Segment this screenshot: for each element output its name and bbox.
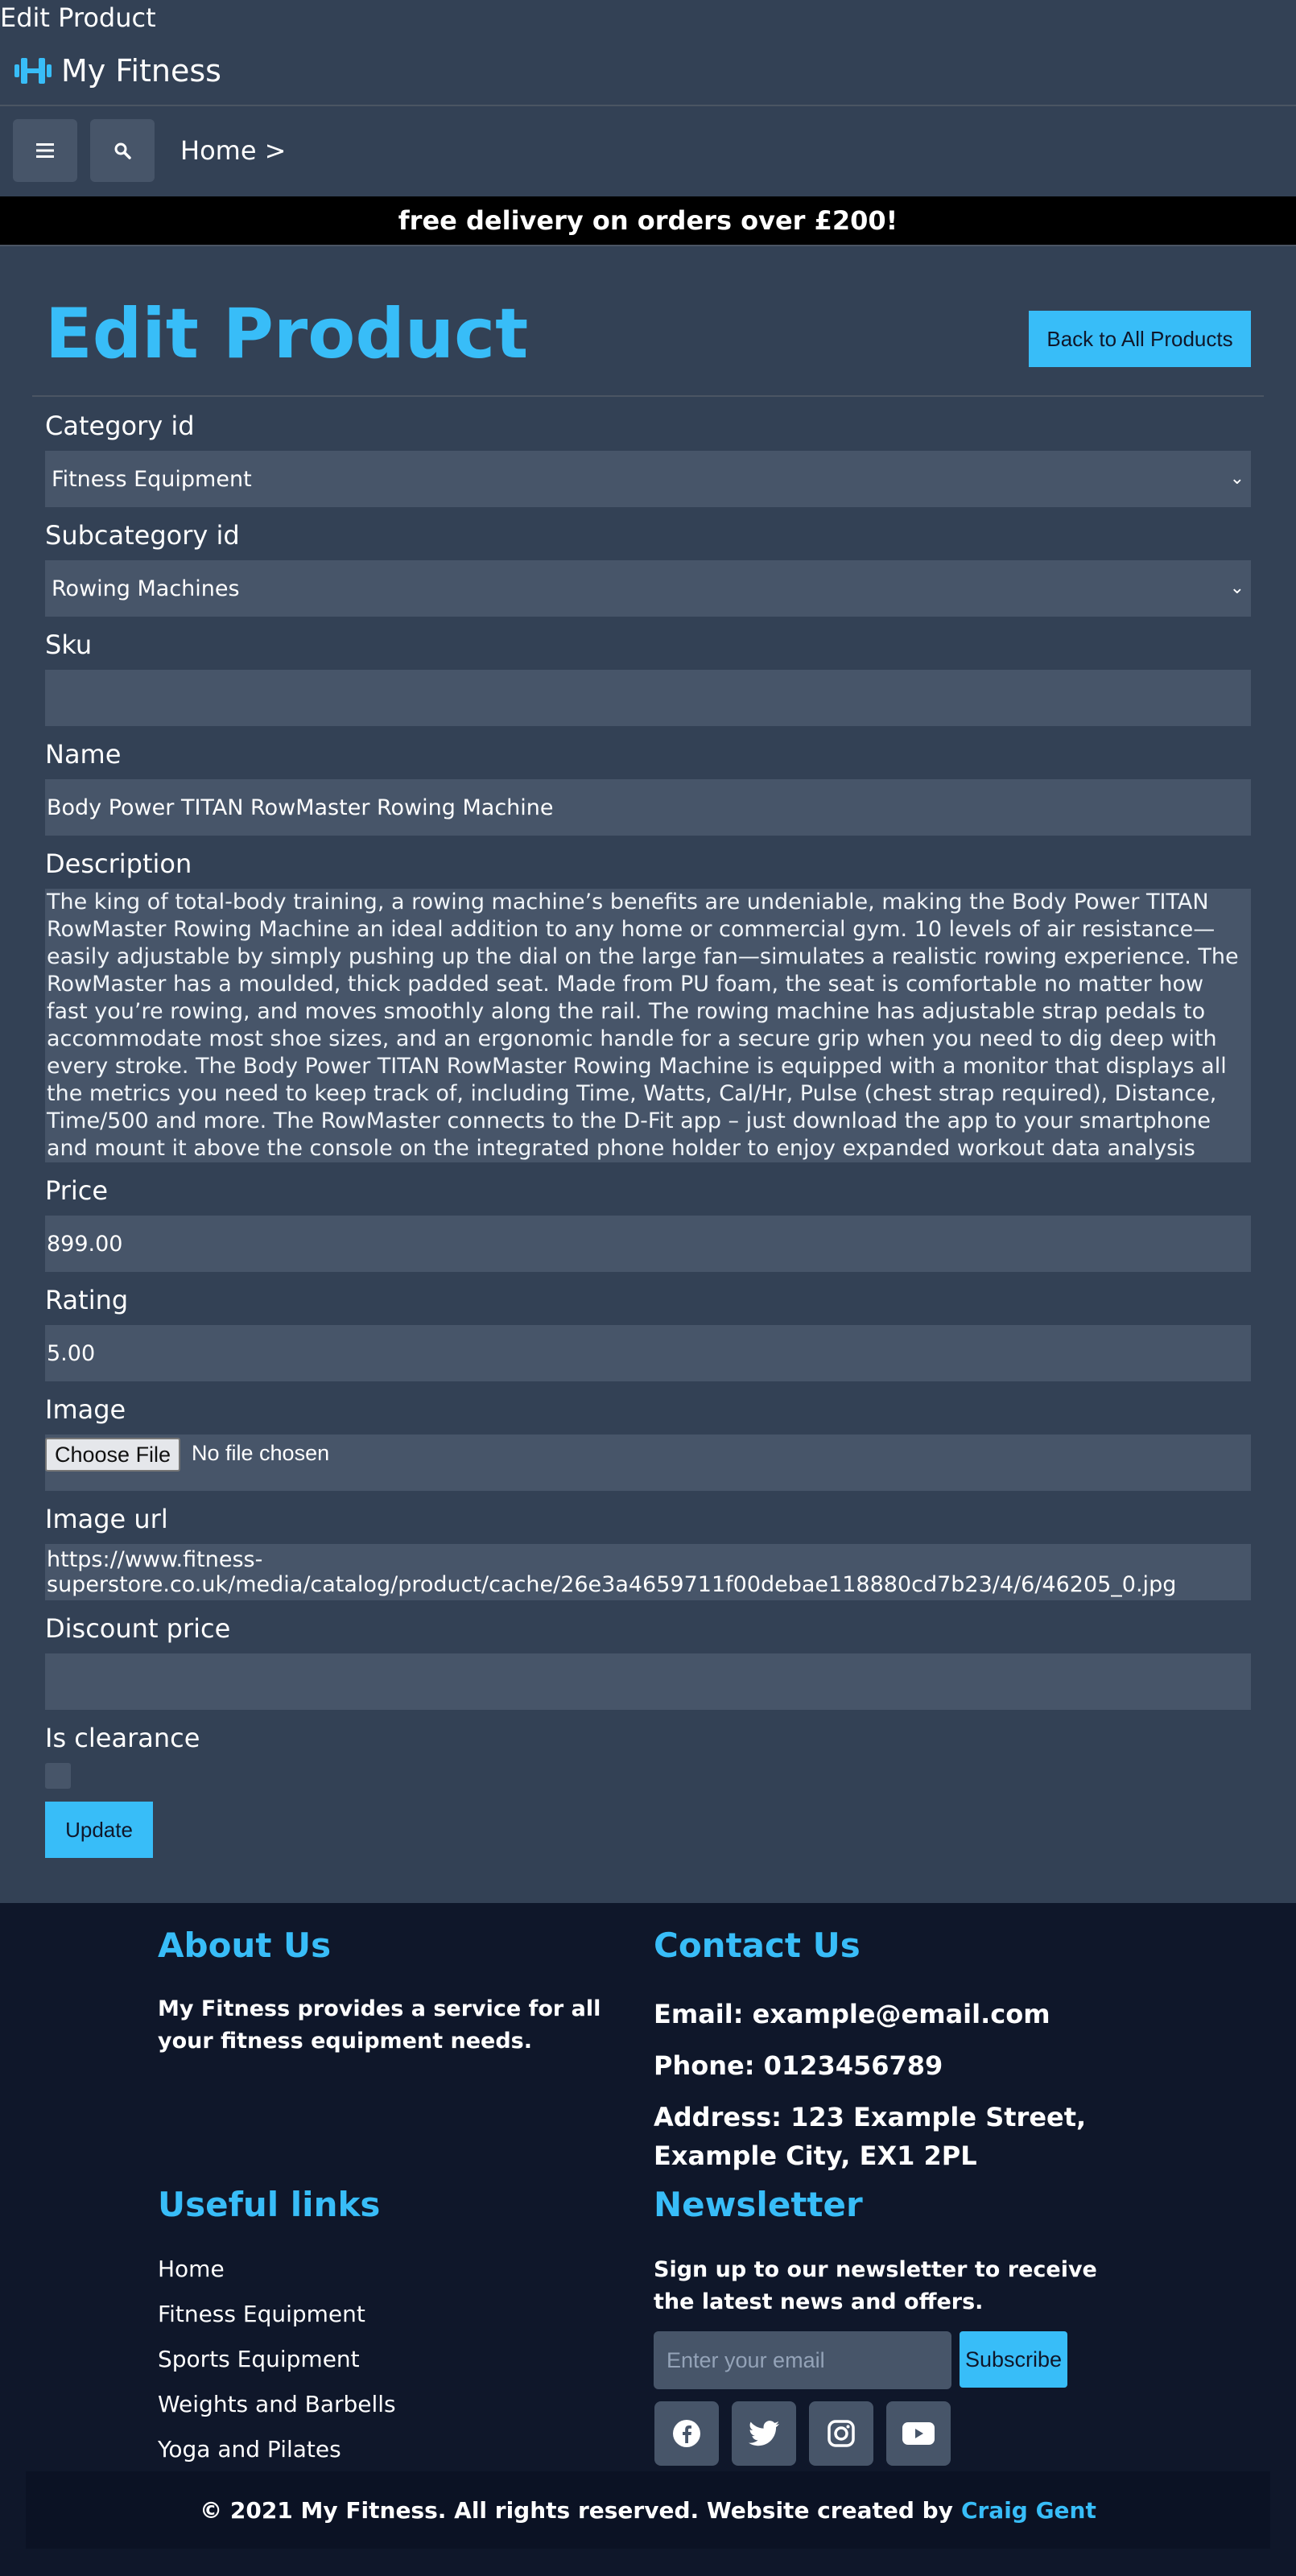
newsletter-text: Sign up to our newsletter to receive the… bbox=[654, 2257, 1097, 2314]
copyright-bar: © 2021 My Fitness. All rights reserved. … bbox=[26, 2471, 1270, 2549]
divider bbox=[32, 395, 1264, 397]
sku-label: Sku bbox=[45, 630, 93, 660]
youtube-icon bbox=[902, 2422, 935, 2445]
twitter-icon bbox=[749, 2421, 779, 2446]
facebook-icon bbox=[673, 2420, 700, 2447]
rating-input[interactable]: 5.00 bbox=[45, 1325, 1251, 1381]
twitter-button[interactable] bbox=[732, 2401, 796, 2466]
hamburger-icon bbox=[36, 143, 54, 158]
category-select[interactable]: Fitness Equipment ⌄ bbox=[45, 451, 1251, 507]
rating-label: Rating bbox=[45, 1285, 129, 1315]
window-title: Edit Product bbox=[0, 2, 156, 33]
search-button[interactable] bbox=[90, 119, 155, 182]
image-file-input[interactable]: Choose File No file chosen bbox=[45, 1435, 1251, 1491]
promo-banner: free delivery on orders over £200! bbox=[0, 196, 1296, 246]
footer-link-weights-barbells[interactable]: Weights and Barbells bbox=[158, 2391, 396, 2417]
sku-input[interactable] bbox=[45, 670, 1251, 726]
back-to-products-button[interactable]: Back to All Products bbox=[1029, 311, 1251, 367]
newsletter-email-input[interactable]: Enter your email bbox=[654, 2331, 951, 2389]
is-clearance-checkbox[interactable] bbox=[45, 1763, 71, 1789]
about-heading: About Us bbox=[158, 1926, 332, 1965]
promo-text: free delivery on orders over £200! bbox=[398, 205, 898, 236]
brand-name: My Fitness bbox=[61, 53, 221, 89]
youtube-button[interactable] bbox=[886, 2401, 951, 2466]
update-button[interactable]: Update bbox=[45, 1802, 153, 1858]
footer-link-sports-equipment[interactable]: Sports Equipment bbox=[158, 2346, 360, 2372]
choose-file-button[interactable]: Choose File bbox=[45, 1438, 181, 1472]
search-icon bbox=[114, 142, 131, 159]
description-textarea[interactable]: The king of total-body training, a rowin… bbox=[45, 889, 1251, 1162]
author-link[interactable]: Craig Gent bbox=[961, 2497, 1096, 2524]
subcategory-select[interactable]: Rowing Machines ⌄ bbox=[45, 560, 1251, 617]
image-label: Image bbox=[45, 1394, 126, 1425]
subcategory-label: Subcategory id bbox=[45, 520, 240, 551]
image-url-input[interactable]: https://www.fitness-superstore.co.uk/med… bbox=[45, 1544, 1251, 1600]
chevron-down-icon: ⌄ bbox=[1229, 469, 1244, 489]
category-label: Category id bbox=[45, 411, 195, 441]
subscribe-button[interactable]: Subscribe bbox=[960, 2331, 1067, 2388]
subcategory-value: Rowing Machines bbox=[52, 576, 240, 601]
price-label: Price bbox=[45, 1175, 109, 1206]
image-url-label: Image url bbox=[45, 1504, 168, 1534]
name-label: Name bbox=[45, 739, 122, 770]
name-input[interactable]: Body Power TITAN RowMaster Rowing Machin… bbox=[45, 779, 1251, 836]
useful-links-heading: Useful links bbox=[158, 2185, 381, 2224]
instagram-icon bbox=[828, 2420, 855, 2447]
about-text: My Fitness provides a service for all yo… bbox=[158, 1996, 601, 2054]
price-input[interactable]: 899.00 bbox=[45, 1216, 1251, 1272]
newsletter-heading: Newsletter bbox=[654, 2185, 863, 2224]
copyright-text: © 2021 My Fitness. All rights reserved. … bbox=[200, 2496, 953, 2524]
contact-phone: Phone: 0123456789 bbox=[654, 2050, 943, 2081]
breadcrumb[interactable]: Home > bbox=[180, 135, 286, 166]
contact-address: Address: 123 Example Street, Example Cit… bbox=[654, 2102, 1087, 2171]
discount-price-input[interactable] bbox=[45, 1653, 1251, 1710]
instagram-button[interactable] bbox=[809, 2401, 873, 2466]
file-status: No file chosen bbox=[192, 1441, 330, 1465]
description-label: Description bbox=[45, 848, 192, 879]
footer-link-fitness-equipment[interactable]: Fitness Equipment bbox=[158, 2301, 365, 2327]
discount-price-label: Discount price bbox=[45, 1613, 231, 1644]
brand-logo[interactable]: My Fitness bbox=[13, 50, 221, 92]
dumbbell-icon bbox=[14, 58, 52, 84]
category-value: Fitness Equipment bbox=[52, 466, 252, 492]
menu-button[interactable] bbox=[13, 119, 77, 182]
facebook-button[interactable] bbox=[654, 2401, 719, 2466]
navbar: Home > bbox=[0, 106, 1296, 196]
contact-email: Email: example@email.com bbox=[654, 1999, 1050, 2029]
contact-heading: Contact Us bbox=[654, 1926, 861, 1965]
footer-link-home[interactable]: Home bbox=[158, 2256, 225, 2282]
is-clearance-label: Is clearance bbox=[45, 1723, 200, 1753]
page-title: Edit Product bbox=[45, 294, 529, 374]
chevron-down-icon: ⌄ bbox=[1229, 578, 1244, 598]
footer-link-yoga-pilates[interactable]: Yoga and Pilates bbox=[158, 2436, 341, 2462]
